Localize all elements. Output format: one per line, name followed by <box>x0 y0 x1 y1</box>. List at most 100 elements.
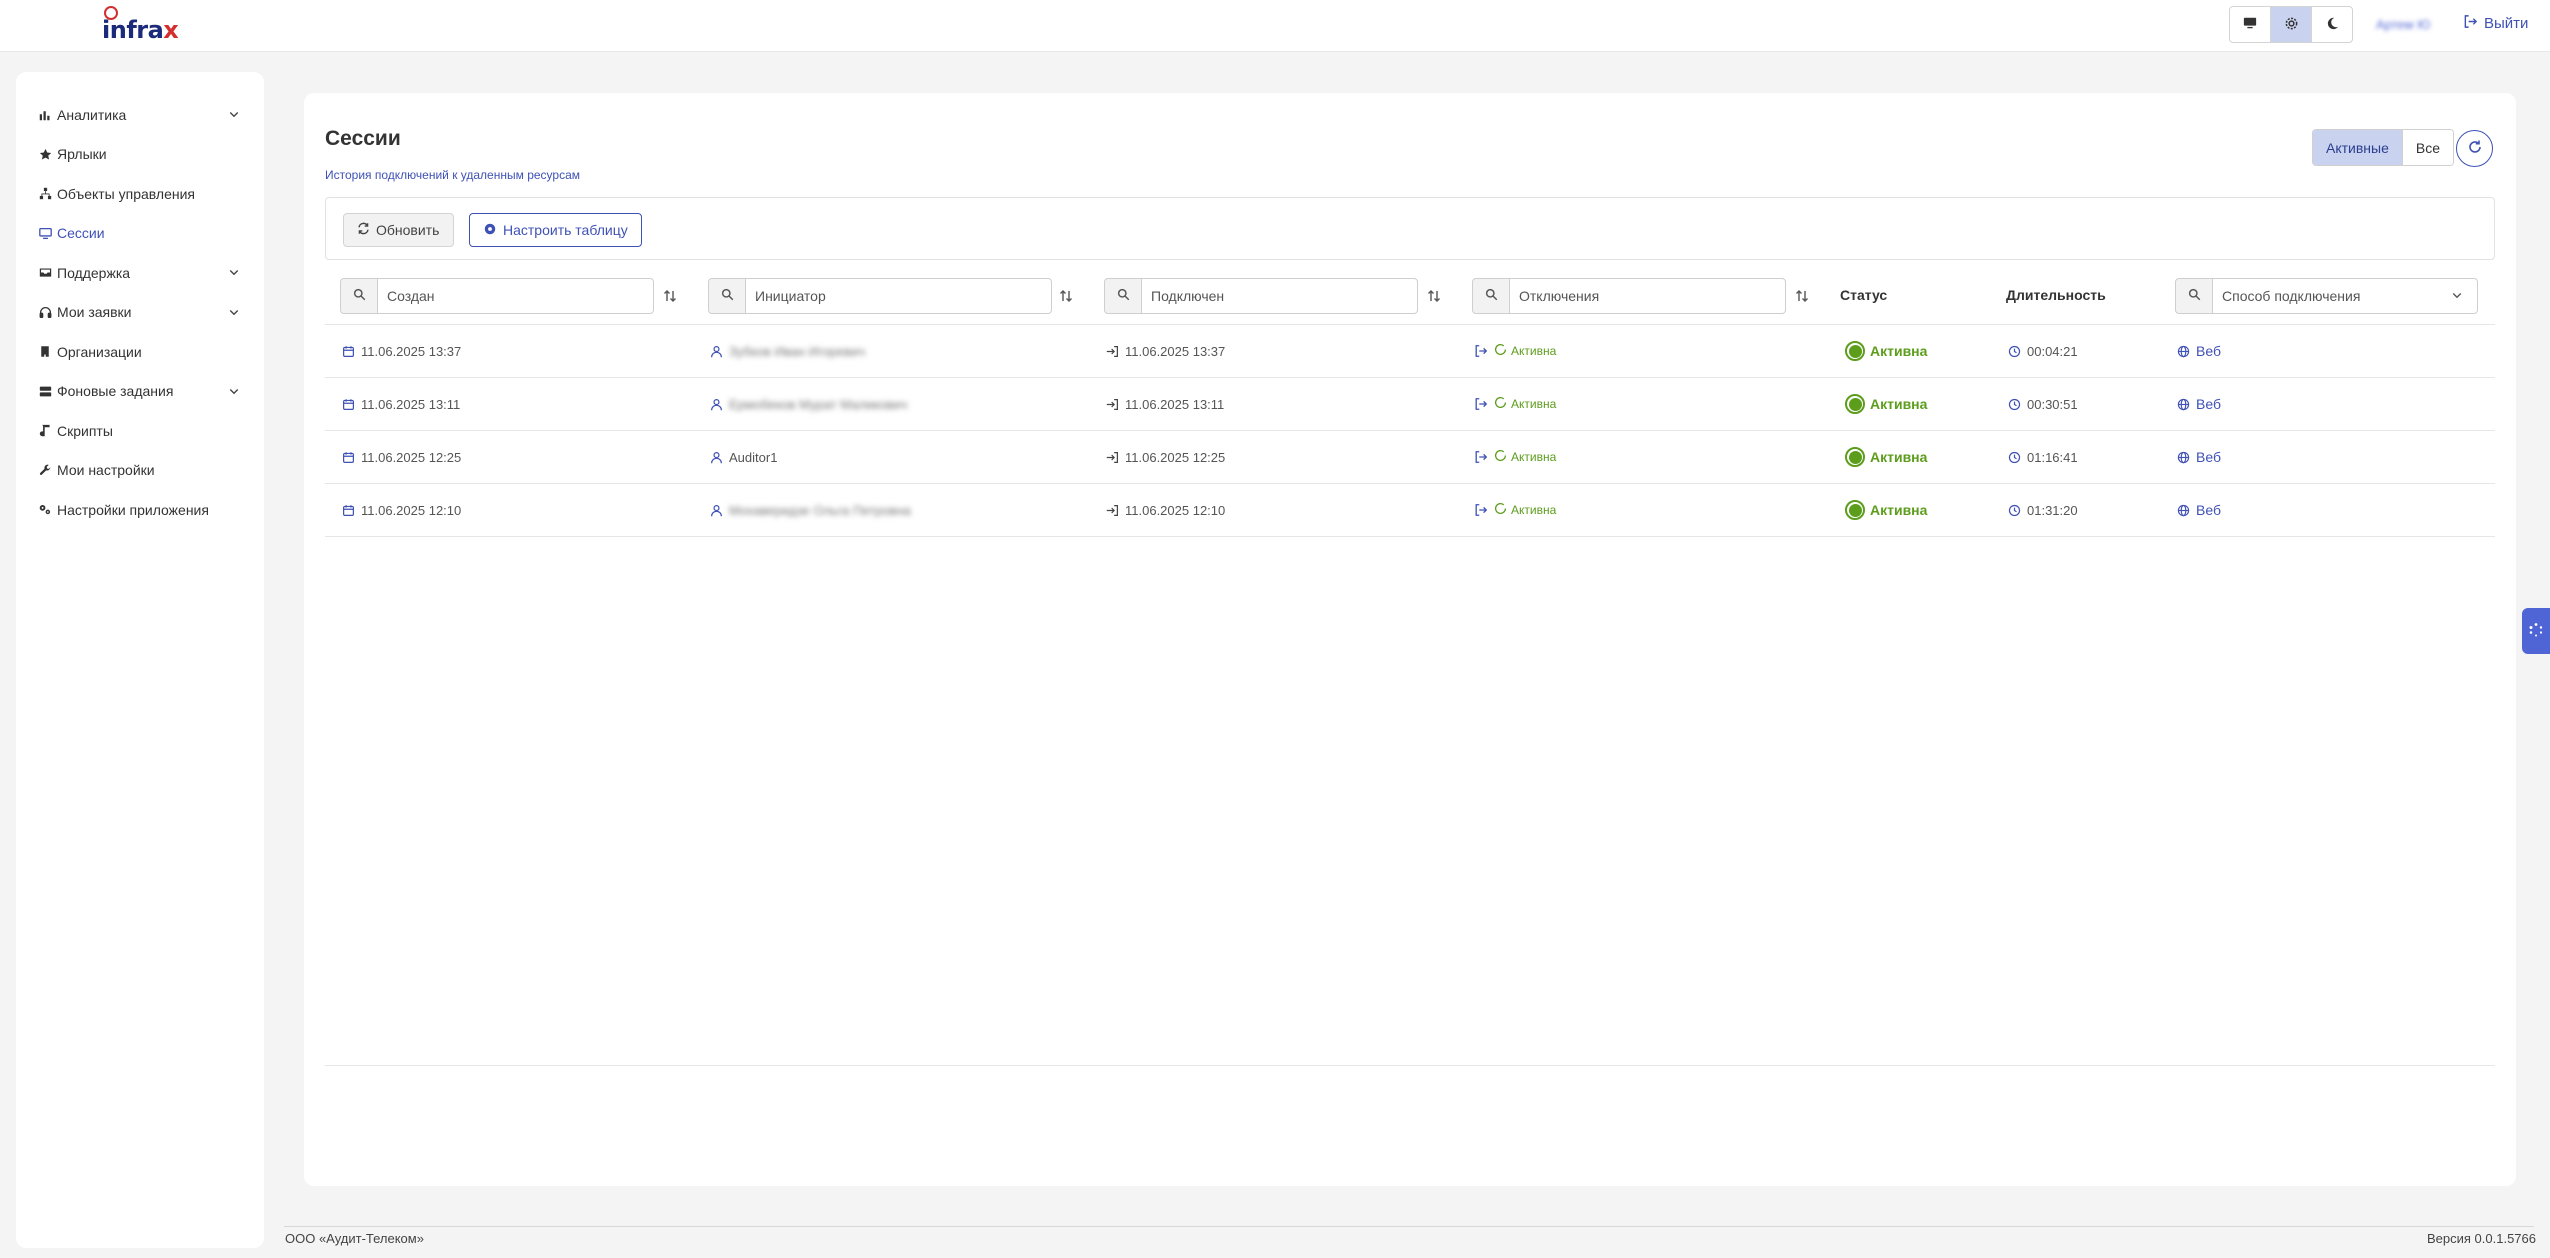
user-name[interactable]: Артем Ю <box>2376 17 2430 32</box>
sidebar-item-6[interactable]: Организации <box>16 332 264 372</box>
sidebar-item-9[interactable]: Мои настройки <box>16 451 264 491</box>
initiator-value[interactable]: Мохаверидзе Ольга Петровна <box>729 503 911 518</box>
duration-cell: 01:31:20 <box>2008 484 2078 536</box>
search-icon <box>1117 288 1130 304</box>
sidebar-item-10[interactable]: Настройки приложения <box>16 490 264 530</box>
sidebar-item-1[interactable]: Ярлыки <box>16 135 264 175</box>
logout-icon <box>1474 450 1488 464</box>
connected-filter-input[interactable] <box>1142 278 1418 314</box>
clock-icon <box>2008 451 2021 464</box>
chevron-down-icon[interactable] <box>228 384 240 400</box>
segment-active-button[interactable]: Активные <box>2313 130 2403 165</box>
sidebar-item-3[interactable]: Сессии <box>16 214 264 254</box>
user-icon <box>710 345 723 358</box>
status-cell: Активна <box>1845 325 1927 377</box>
initiator-filter-input[interactable] <box>746 278 1052 314</box>
method-filter-select[interactable]: Способ подключения <box>2213 278 2478 314</box>
duration-column-header: Длительность <box>2006 287 2106 303</box>
headset-icon <box>37 304 53 320</box>
sidebar-item-4[interactable]: Поддержка <box>16 253 264 293</box>
sort-created-icon[interactable] <box>662 288 678 307</box>
sidebar-item-5[interactable]: Мои заявки <box>16 293 264 333</box>
login-icon <box>1106 451 1119 464</box>
disconnected-cell: Активна <box>1474 484 1556 536</box>
gears-icon <box>37 502 53 518</box>
status-cell: Активна <box>1845 378 1927 430</box>
disconnected-status: Активна <box>1494 343 1556 359</box>
login-icon <box>1106 504 1119 517</box>
sidebar-item-7[interactable]: Фоновые задания <box>16 372 264 412</box>
main-card: Сессии История подключений к удаленным р… <box>304 93 2516 1186</box>
sidebar-item-label: Аналитика <box>57 106 127 123</box>
created-cell: 11.06.2025 12:10 <box>342 484 461 536</box>
disconnected-search-button[interactable] <box>1472 278 1510 314</box>
clock-icon <box>2008 345 2021 358</box>
configure-table-button[interactable]: Настроить таблицу <box>469 213 642 247</box>
initiator-search-button[interactable] <box>708 278 746 314</box>
initiator-value[interactable]: Ермобеков Мурат Маликович <box>729 397 907 412</box>
theme-settings-button[interactable] <box>2271 7 2312 42</box>
search-icon <box>721 288 734 304</box>
disconnected-status: Активна <box>1494 502 1556 518</box>
sidebar-item-0[interactable]: Аналитика <box>16 95 264 135</box>
login-icon <box>1106 345 1119 358</box>
sidebar-item-2[interactable]: Объекты управления <box>16 174 264 214</box>
duration-value: 01:31:20 <box>2027 502 2078 518</box>
disconnected-cell: Активна <box>1474 325 1556 377</box>
duration-cell: 01:16:41 <box>2008 431 2078 483</box>
method-cell: Веб <box>2177 378 2221 430</box>
chevron-down-icon <box>2451 288 2463 304</box>
sort-disconnected-icon[interactable] <box>1794 288 1810 307</box>
logout-label: Выйти <box>2484 15 2529 32</box>
disconnected-filter-input[interactable] <box>1510 278 1786 314</box>
footer-company: ООО «Аудит-Телеком» <box>285 1231 424 1246</box>
chevron-down-icon[interactable] <box>228 305 240 321</box>
method-value[interactable]: Веб <box>2196 502 2221 518</box>
building-icon <box>37 344 53 360</box>
refresh-table-button[interactable]: Обновить <box>343 213 455 247</box>
reload-button[interactable] <box>2456 130 2493 167</box>
disconnected-cell: Активна <box>1474 431 1556 483</box>
side-panel-toggle[interactable] <box>2522 608 2550 654</box>
table-row[interactable]: 11.06.2025 13:37 Зубков Иван Игоревич 11.0… <box>325 325 2495 378</box>
sort-initiator-icon[interactable] <box>1058 288 1074 307</box>
initiator-cell: Auditor1 <box>710 431 777 483</box>
initiator-value[interactable]: Auditor1 <box>729 450 777 465</box>
theme-dark-button[interactable] <box>2312 7 2352 42</box>
refresh-icon <box>357 222 370 238</box>
gear-icon <box>483 222 497 239</box>
created-search-button[interactable] <box>340 278 378 314</box>
table-row[interactable]: 11.06.2025 12:25 Auditor1 11.06.2025 12:25… <box>325 431 2495 484</box>
initiator-value[interactable]: Зубков Иван Игоревич <box>729 344 865 359</box>
method-search-button[interactable] <box>2175 278 2213 314</box>
footer-divider <box>284 1226 2534 1227</box>
logout-icon <box>1474 344 1488 358</box>
logo[interactable]: infrax <box>100 4 179 44</box>
sort-connected-icon[interactable] <box>1426 288 1442 307</box>
status-indicator-icon <box>1845 500 1865 520</box>
method-value[interactable]: Веб <box>2196 449 2221 465</box>
globe-icon <box>2177 345 2190 358</box>
chevron-down-icon[interactable] <box>228 107 240 123</box>
method-value[interactable]: Веб <box>2196 343 2221 359</box>
method-value[interactable]: Веб <box>2196 396 2221 412</box>
chevron-down-icon[interactable] <box>228 265 240 281</box>
theme-system-button[interactable] <box>2230 7 2271 42</box>
table-row[interactable]: 11.06.2025 12:10 Мохаверидзе Ольга Петров… <box>325 484 2495 537</box>
logout-button[interactable]: Выйти <box>2463 14 2528 33</box>
gear-icon <box>2284 16 2299 34</box>
initiator-cell: Зубков Иван Игоревич <box>710 325 865 377</box>
connected-search-button[interactable] <box>1104 278 1142 314</box>
spinner-icon <box>1494 343 1507 359</box>
created-cell: 11.06.2025 13:37 <box>342 325 461 377</box>
created-filter-input[interactable] <box>378 278 654 314</box>
sidebar-item-8[interactable]: Скрипты <box>16 411 264 451</box>
table-row[interactable]: 11.06.2025 13:11 Ермобеков Мурат Маликови… <box>325 378 2495 431</box>
wrench-icon <box>37 462 53 478</box>
connected-value: 11.06.2025 12:25 <box>1125 449 1226 465</box>
clock-icon <box>2008 504 2021 517</box>
status-indicator-icon <box>1845 341 1865 361</box>
segment-all-button[interactable]: Все <box>2402 130 2453 165</box>
search-icon <box>1485 288 1498 304</box>
user-icon <box>710 451 723 464</box>
